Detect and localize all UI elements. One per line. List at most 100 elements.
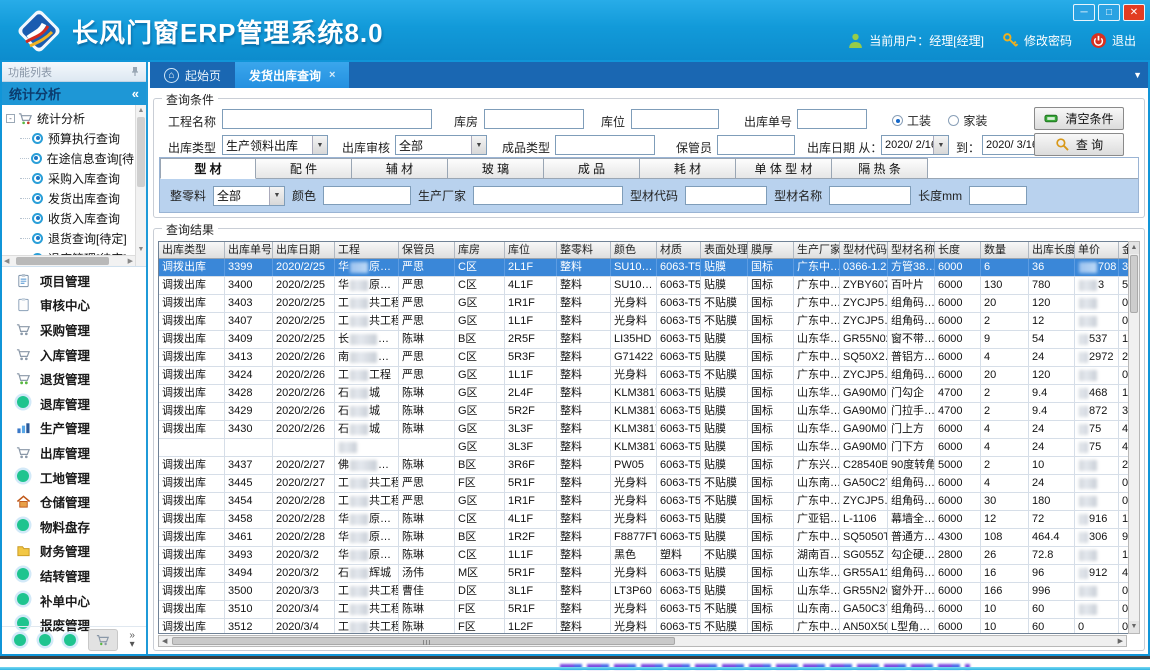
more-groups-button[interactable]: »▾ [129, 631, 135, 649]
column-header[interactable]: 生产厂家 [794, 242, 840, 258]
material-tab[interactable]: 耗 材 [640, 158, 736, 179]
column-header[interactable]: 材质 [657, 242, 701, 258]
material-tab[interactable]: 配 件 [256, 158, 352, 179]
group-icon[interactable] [64, 634, 76, 646]
table-row[interactable]: 调拨出库34302020/2/26石城陈琳G区3L3F整料KLM38176063… [159, 421, 1139, 439]
column-header[interactable]: 颜色 [611, 242, 657, 258]
cart-group-button[interactable] [88, 629, 118, 651]
column-header[interactable]: 出库单号 [225, 242, 273, 258]
date-from-select[interactable]: 2020/ 2/16▼ [881, 135, 949, 155]
tree-horizontal-scrollbar[interactable]: ◀▶ [2, 255, 135, 266]
warehouse-input[interactable] [484, 109, 584, 129]
table-row[interactable]: 调拨出库33992020/2/25华原…严思C区2L1F整料SU10…6063-… [159, 259, 1139, 277]
location-input[interactable] [631, 109, 719, 129]
table-row[interactable]: 调拨出库35102020/3/4工共工程陈琳F区5R1F整料光身料6063-T5… [159, 601, 1139, 619]
collapse-icon[interactable]: « [132, 86, 139, 101]
group-icon[interactable] [39, 634, 51, 646]
table-row[interactable]: 调拨出库34932020/3/2华原…陈琳C区1L1F整料黑色塑料不贴膜国标湖南… [159, 547, 1139, 565]
out-type-select[interactable]: 生产领料出库▼ [222, 135, 328, 155]
tab-shipment-outbound-query[interactable]: 发货出库查询 × [235, 62, 349, 88]
tree-item[interactable]: 收货入库查询 [6, 208, 134, 228]
order-no-input[interactable] [797, 109, 867, 129]
close-button[interactable]: ✕ [1123, 4, 1145, 21]
table-horizontal-scrollbar[interactable]: ◀▶ [158, 635, 1127, 647]
column-header[interactable]: 库房 [455, 242, 505, 258]
filter-input[interactable] [969, 186, 1027, 205]
audit-select[interactable]: 全部▼ [395, 135, 487, 155]
filter-input[interactable] [473, 186, 623, 205]
filter-input[interactable] [685, 186, 767, 205]
table-vertical-scrollbar[interactable]: ▲▼ [1128, 241, 1140, 634]
column-header[interactable]: 膜厚 [748, 242, 794, 258]
tab-list-chevron-icon[interactable]: ▼ [1133, 70, 1142, 80]
tree-vertical-scrollbar[interactable]: ▲ ▼ [135, 105, 146, 266]
sidebar-menu-item[interactable]: 生产管理 [2, 416, 146, 441]
sidebar-menu-item[interactable]: 物料盘存 [2, 514, 146, 539]
product-type-input[interactable] [555, 135, 655, 155]
tab-close-icon[interactable]: × [329, 69, 335, 81]
sidebar-menu-item[interactable]: 补单中心 [2, 588, 146, 613]
column-header[interactable]: 整零料 [557, 242, 611, 258]
search-button[interactable]: 查 询 [1034, 133, 1124, 156]
table-row[interactable]: 调拨出库34542020/2/28工共工程严思G区1R1F整料光身料6063-T… [159, 493, 1139, 511]
material-tab[interactable]: 成 品 [544, 158, 640, 179]
column-header[interactable]: 保管员 [399, 242, 455, 258]
sidebar-menu-item[interactable]: 仓储管理 [2, 489, 146, 514]
filter-input[interactable] [323, 186, 411, 205]
tree-item[interactable]: 采购入库查询 [6, 168, 134, 188]
table-row[interactable]: 调拨出库34002020/2/25华原…严思C区4L1F整料SU10…6063-… [159, 277, 1139, 295]
column-header[interactable]: 型材名称 [888, 242, 935, 258]
material-tab[interactable]: 辅 材 [352, 158, 448, 179]
material-tab[interactable]: 隔 热 条 [832, 158, 928, 179]
table-row[interactable]: 调拨出库35002020/3/3工共工程曹佳D区3L1F整料LT3P606063… [159, 583, 1139, 601]
sidebar-menu-item[interactable]: 入库管理 [2, 342, 146, 367]
sidebar-menu-item[interactable]: 采购管理 [2, 317, 146, 342]
table-row[interactable]: 调拨出库34072020/2/25工共工程严思G区1L1F整料光身料6063-T… [159, 313, 1139, 331]
project-name-input[interactable] [222, 109, 432, 129]
table-row[interactable]: 调拨出库34372020/2/27佛…陈琳B区3R6F整料PW056063-T5… [159, 457, 1139, 475]
column-header[interactable]: 出库类型 [159, 242, 225, 258]
sidebar-menu-item[interactable]: 出库管理 [2, 440, 146, 465]
material-tab[interactable]: 型 材 [160, 158, 256, 179]
column-header[interactable]: 出库日期 [273, 242, 335, 258]
tree-root[interactable]: - 统计分析 [6, 108, 134, 128]
pin-icon[interactable] [130, 66, 140, 77]
filter-select[interactable]: 全部▼ [213, 186, 285, 206]
table-row[interactable]: 调拨出库34092020/2/25长…陈琳B区2R5F整料LI35HD6063-… [159, 331, 1139, 349]
column-header[interactable]: 出库长度 [1029, 242, 1075, 258]
tree-item[interactable]: 预算执行查询 [6, 128, 134, 148]
radio-industrial[interactable]: 工装 [892, 112, 931, 129]
sidebar-menu-item[interactable]: 退库管理 [2, 391, 146, 416]
material-tab[interactable]: 玻 璃 [448, 158, 544, 179]
tab-start-page[interactable]: ⌂ 起始页 [150, 62, 235, 88]
tree-item[interactable]: 发货出库查询 [6, 188, 134, 208]
table-row[interactable]: 调拨出库34942020/3/2石辉城汤伟M区5R1F整料光身料6063-T5贴… [159, 565, 1139, 583]
column-header[interactable]: 长度 [935, 242, 981, 258]
sidebar-menu-item[interactable]: 项目管理 [2, 268, 146, 293]
radio-home[interactable]: 家装 [948, 112, 987, 129]
keeper-input[interactable] [717, 135, 795, 155]
table-row[interactable]: 调拨出库34282020/2/26石城陈琳G区2L4F整料KLM38176063… [159, 385, 1139, 403]
table-row[interactable]: G区3L3F整料KLM38176063-T5贴膜国标山东华…GA90M09…门下… [159, 439, 1139, 457]
column-header[interactable]: 库位 [505, 242, 557, 258]
sidebar-menu-item[interactable]: 退货管理 [2, 366, 146, 391]
expander-icon[interactable]: - [6, 114, 15, 123]
tree-item[interactable]: 退货查询[待定] [6, 228, 134, 248]
table-row[interactable]: 调拨出库34452020/2/27工共工程严思F区5R1F整料光身料6063-T… [159, 475, 1139, 493]
material-tab[interactable]: 单 体 型 材 [736, 158, 832, 179]
filter-input[interactable] [829, 186, 911, 205]
table-row[interactable]: 调拨出库34292020/2/26石城陈琳G区5R2F整料KLM38176063… [159, 403, 1139, 421]
sidebar-menu-item[interactable]: 结转管理 [2, 563, 146, 588]
sidebar-menu-item[interactable]: 工地管理 [2, 465, 146, 490]
table-row[interactable]: 调拨出库34612020/2/28华原…陈琳B区1R2F整料F8877FT606… [159, 529, 1139, 547]
column-header[interactable]: 工程 [335, 242, 399, 258]
statistics-section-header[interactable]: 统计分析 « [2, 82, 146, 105]
sidebar-menu-item[interactable]: 财务管理 [2, 539, 146, 564]
sidebar-menu-item[interactable]: 审核中心 [2, 293, 146, 318]
column-header[interactable]: 型材代码 [840, 242, 888, 258]
maximize-button[interactable]: □ [1098, 4, 1120, 21]
column-header[interactable]: 单价 [1075, 242, 1119, 258]
table-row[interactable]: 调拨出库34582020/2/28华原…陈琳C区4L1F整料光身料6063-T5… [159, 511, 1139, 529]
column-header[interactable]: 表面处理 [701, 242, 748, 258]
table-row[interactable]: 调拨出库34132020/2/26南…严思C区5R3F整料G714226063-… [159, 349, 1139, 367]
